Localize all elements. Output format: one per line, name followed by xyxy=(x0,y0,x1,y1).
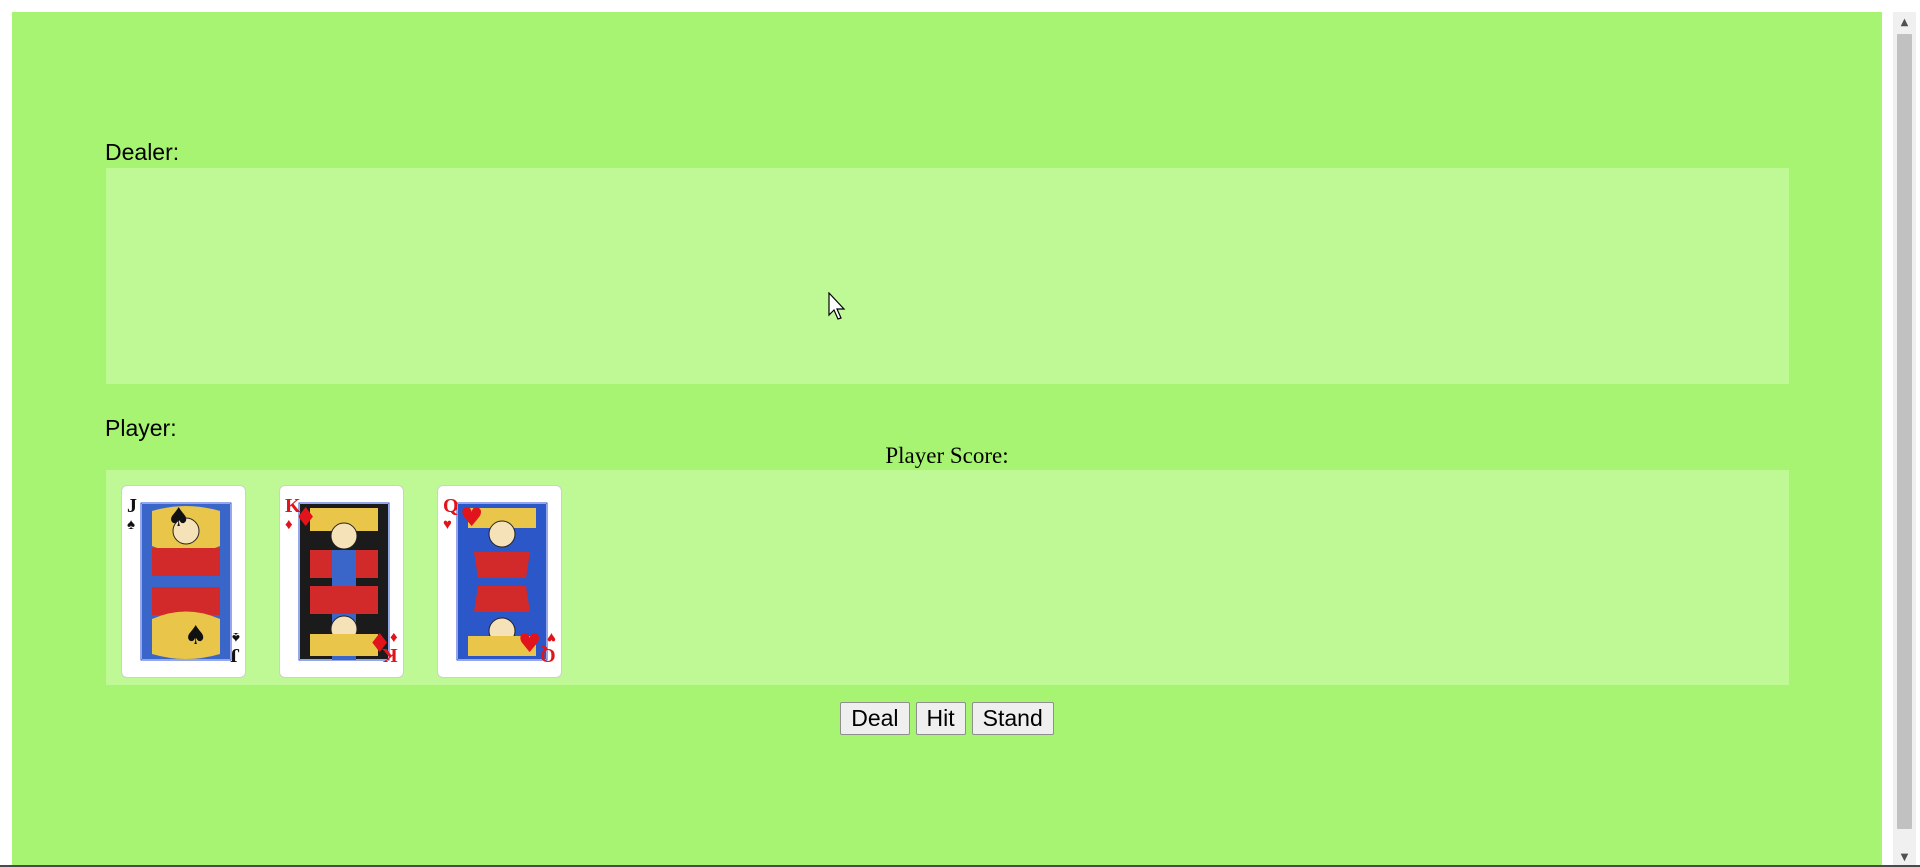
card-rank: K xyxy=(382,644,398,666)
player-card-area: ♠ ♠ J ♠ J ♠ ♦ ♦ K ♦ K ♦ ♥ ♥ Q ♥ Q ♥ xyxy=(106,470,1789,685)
diamond-icon: ♦ xyxy=(285,516,293,533)
card-rank: J xyxy=(127,495,137,517)
player-label: Player: xyxy=(105,415,177,441)
playing-card-jack-spades: ♠ ♠ J ♠ J ♠ xyxy=(121,485,246,678)
playing-card-queen-hearts: ♥ ♥ Q ♥ Q ♥ xyxy=(437,485,562,678)
stand-button[interactable]: Stand xyxy=(971,702,1054,735)
game-table: Dealer: Player: Player Score: ♠ ♠ J ♠ J … xyxy=(12,12,1882,867)
heart-icon: ♥ xyxy=(443,516,452,533)
svg-text:♥: ♥ xyxy=(518,629,541,659)
card-rank: K xyxy=(285,495,301,517)
spade-icon: ♠ xyxy=(127,516,135,533)
diamond-icon: ♦ xyxy=(390,629,398,646)
scroll-down-icon[interactable]: ▼ xyxy=(1893,847,1916,867)
scroll-up-icon[interactable]: ▲ xyxy=(1893,12,1916,32)
mouse-cursor-icon xyxy=(828,292,846,320)
action-buttons: Deal Hit Stand xyxy=(12,702,1882,735)
dealer-card-area xyxy=(106,168,1789,384)
svg-text:♥: ♥ xyxy=(460,503,483,533)
card-rank: Q xyxy=(443,495,459,517)
scroll-thumb[interactable] xyxy=(1897,34,1912,829)
spade-icon: ♠ xyxy=(232,629,240,646)
playing-card-king-diamonds: ♦ ♦ K ♦ K ♦ xyxy=(279,485,404,678)
player-score: Player Score: xyxy=(885,443,1009,468)
heart-icon: ♥ xyxy=(547,629,556,646)
svg-text:♠: ♠ xyxy=(184,621,207,651)
hit-button[interactable]: Hit xyxy=(915,702,966,735)
svg-text:♠: ♠ xyxy=(167,503,190,533)
card-rank: J xyxy=(230,644,240,666)
vertical-scrollbar[interactable]: ▲ ▼ xyxy=(1893,12,1916,867)
deal-button[interactable]: Deal xyxy=(840,702,910,735)
jack-face-icon: ♠ ♠ xyxy=(140,502,232,661)
card-rank: Q xyxy=(540,644,556,666)
dealer-label: Dealer: xyxy=(105,139,180,165)
